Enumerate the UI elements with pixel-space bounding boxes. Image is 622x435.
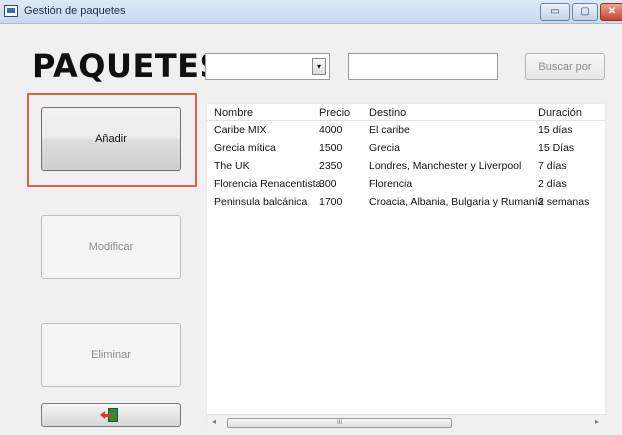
maximize-button[interactable]: ▢ <box>572 3 598 21</box>
app-window-icon <box>4 5 18 17</box>
cell-precio: 2350 <box>319 160 343 172</box>
search-input[interactable] <box>348 53 498 80</box>
table-row[interactable]: The UK 2350 Londres, Manchester y Liverp… <box>207 158 607 176</box>
window-title: Gestión de paquetes <box>24 5 126 17</box>
cell-destino: Florencia <box>369 178 413 190</box>
cell-nombre: Peninsula balcánica <box>214 196 308 208</box>
cell-duracion: 7 días <box>538 160 567 172</box>
column-header-precio[interactable]: Precio <box>319 107 350 119</box>
exit-button[interactable] <box>41 403 181 427</box>
cell-nombre: Grecia mítica <box>214 142 276 154</box>
minimize-button[interactable]: ▭ <box>540 3 570 21</box>
cell-destino: El caribe <box>369 124 410 136</box>
cell-destino: Croacia, Albania, Bulgaria y Rumanía <box>369 196 544 208</box>
table-row[interactable]: Grecia mítica 1500 Grecia 15 Días <box>207 140 607 158</box>
packages-list[interactable]: Nombre Precio Destino Duración Caribe MI… <box>206 103 607 430</box>
cell-duracion: 15 días <box>538 124 573 136</box>
chevron-down-icon[interactable]: ▾ <box>312 58 326 75</box>
modify-button[interactable]: Modificar <box>41 215 181 279</box>
cell-duracion: 15 Días <box>538 142 575 154</box>
cell-nombre: Florencia Renacentista <box>214 178 322 190</box>
add-button[interactable]: Añadir <box>41 107 181 171</box>
title-bar: Gestión de paquetes ▭ ▢ ✕ <box>0 0 622 24</box>
cell-destino: Londres, Manchester y Liverpool <box>369 160 522 172</box>
header-divider <box>207 120 607 121</box>
cell-duracion: 2 días <box>538 178 567 190</box>
delete-button[interactable]: Eliminar <box>41 323 181 387</box>
column-header-destino[interactable]: Destino <box>369 107 406 119</box>
list-rows: Caribe MIX 4000 El caribe 15 días Grecia… <box>207 122 607 212</box>
scrollbar-thumb[interactable]: III <box>227 418 452 428</box>
cell-precio: 1700 <box>319 196 343 208</box>
list-header: Nombre Precio Destino Duración <box>207 104 607 121</box>
column-header-duracion[interactable]: Duración <box>538 107 582 119</box>
scroll-right-icon[interactable]: ▸ <box>595 417 599 426</box>
search-field-combo[interactable]: ▾ <box>205 53 330 80</box>
table-row[interactable]: Florencia Renacentista 300 Florencia 2 d… <box>207 176 607 194</box>
cell-precio: 1500 <box>319 142 343 154</box>
cell-duracion: 2 semanas <box>538 196 590 208</box>
close-button[interactable]: ✕ <box>600 3 622 21</box>
cell-nombre: The UK <box>214 160 250 172</box>
cell-precio: 300 <box>319 178 337 190</box>
exit-door-icon <box>100 408 120 423</box>
table-row[interactable]: Peninsula balcánica 1700 Croacia, Albani… <box>207 194 607 212</box>
cell-destino: Grecia <box>369 142 400 154</box>
cell-precio: 4000 <box>319 124 343 136</box>
scroll-left-icon[interactable]: ◂ <box>212 417 216 426</box>
horizontal-scrollbar[interactable]: ◂ III ▸ <box>207 414 607 430</box>
page-title: PAQUETES <box>32 47 224 85</box>
search-button[interactable]: Buscar por <box>525 53 605 80</box>
table-row[interactable]: Caribe MIX 4000 El caribe 15 días <box>207 122 607 140</box>
cell-nombre: Caribe MIX <box>214 124 267 136</box>
column-header-nombre[interactable]: Nombre <box>214 107 253 119</box>
